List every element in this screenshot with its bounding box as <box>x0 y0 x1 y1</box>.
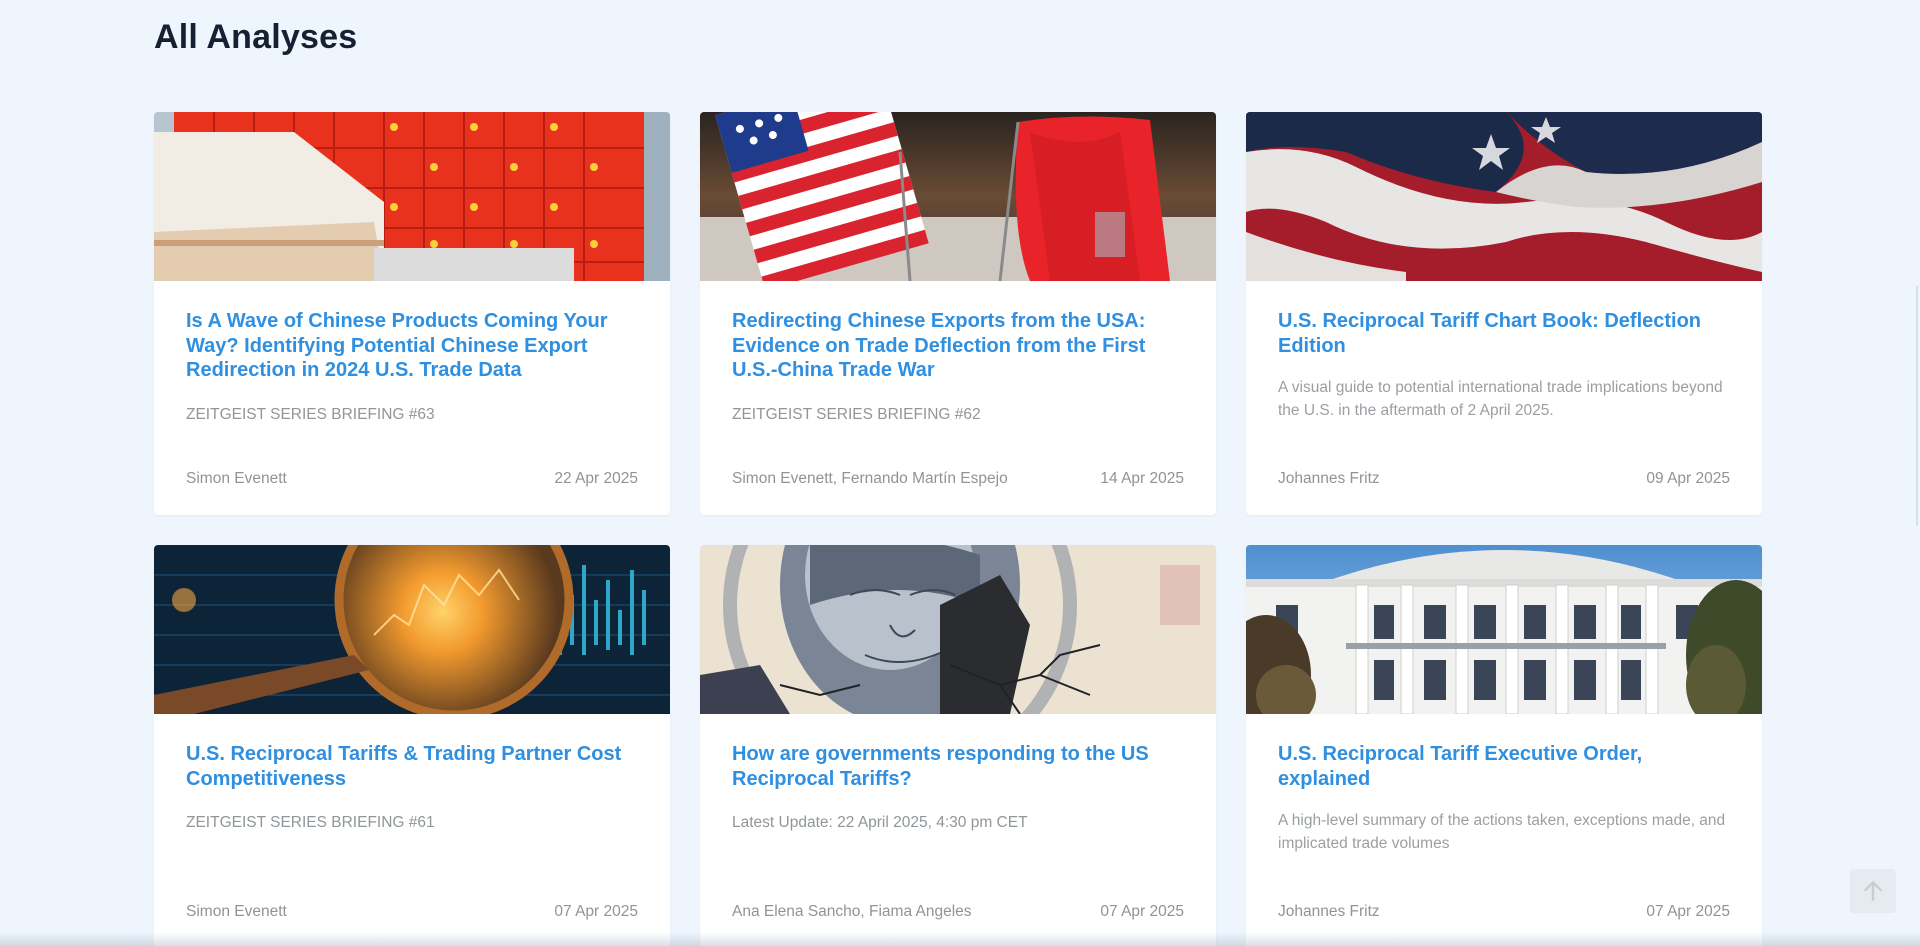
card-body: U.S. Reciprocal Tariff Chart Book: Defle… <box>1246 281 1762 515</box>
card-image-waving-flag[interactable] <box>1246 112 1762 281</box>
card-authors: Johannes Fritz <box>1278 470 1380 487</box>
analysis-card-government-responses[interactable]: How are governments responding to the US… <box>700 545 1216 946</box>
card-description: A high-level summary of the actions take… <box>1278 812 1726 852</box>
analysis-card-chinese-products-wave[interactable]: Is A Wave of Chinese Products Coming You… <box>154 112 670 515</box>
analyses-grid: Is A Wave of Chinese Products Coming You… <box>154 112 1762 946</box>
card-image-us-china-flags[interactable] <box>700 112 1216 281</box>
card-authors: Johannes Fritz <box>1278 903 1380 920</box>
card-image-white-house[interactable] <box>1246 545 1762 714</box>
card-description: A visual guide to potential internationa… <box>1278 379 1723 419</box>
card-body: U.S. Reciprocal Tariffs & Trading Partne… <box>154 714 670 946</box>
analysis-card-cost-competitiveness[interactable]: U.S. Reciprocal Tariffs & Trading Partne… <box>154 545 670 946</box>
card-title[interactable]: U.S. Reciprocal Tariff Chart Book: Defle… <box>1278 309 1730 358</box>
card-date: 14 Apr 2025 <box>1100 470 1184 487</box>
page-title: All Analyses <box>154 18 358 56</box>
card-body: How are governments responding to the US… <box>700 714 1216 946</box>
card-title[interactable]: Redirecting Chinese Exports from the USA… <box>732 309 1184 383</box>
card-subtitle: Latest Update: 22 April 2025, 4:30 pm CE… <box>732 814 1028 831</box>
scroll-to-top-button[interactable] <box>1850 869 1896 913</box>
analysis-card-executive-order-explained[interactable]: U.S. Reciprocal Tariff Executive Order, … <box>1246 545 1762 946</box>
card-meta: Simon Evenett 22 Apr 2025 <box>186 470 638 488</box>
card-meta: Simon Evenett 07 Apr 2025 <box>186 903 638 921</box>
card-image-magnifier-chart[interactable] <box>154 545 670 714</box>
card-date: 07 Apr 2025 <box>1100 903 1184 920</box>
card-body: U.S. Reciprocal Tariff Executive Order, … <box>1246 714 1762 946</box>
arrow-up-icon <box>1864 881 1882 901</box>
card-authors: Simon Evenett <box>186 903 287 920</box>
analysis-card-redirecting-chinese-exports[interactable]: Redirecting Chinese Exports from the USA… <box>700 112 1216 515</box>
card-authors: Simon Evenett <box>186 470 287 487</box>
card-image-container-ship[interactable] <box>154 112 670 281</box>
card-meta: Simon Evenett, Fernando Martín Espejo 14… <box>732 470 1184 488</box>
card-title[interactable]: U.S. Reciprocal Tariffs & Trading Partne… <box>186 742 638 791</box>
analysis-card-tariff-chart-book[interactable]: U.S. Reciprocal Tariff Chart Book: Defle… <box>1246 112 1762 515</box>
card-title[interactable]: Is A Wave of Chinese Products Coming You… <box>186 309 638 383</box>
card-body: Redirecting Chinese Exports from the USA… <box>700 281 1216 515</box>
bottom-edge-shadow <box>0 932 1920 946</box>
card-date: 07 Apr 2025 <box>554 903 638 920</box>
card-subtitle: ZEITGEIST SERIES BRIEFING #63 <box>186 405 435 423</box>
scrollbar-track[interactable] <box>1916 286 1918 526</box>
card-meta: Johannes Fritz 07 Apr 2025 <box>1278 903 1730 921</box>
card-title[interactable]: How are governments responding to the US… <box>732 742 1184 791</box>
card-title[interactable]: U.S. Reciprocal Tariff Executive Order, … <box>1278 742 1730 791</box>
card-authors: Simon Evenett, Fernando Martín Espejo <box>732 470 1008 487</box>
card-image-cracked-banknote[interactable] <box>700 545 1216 714</box>
card-date: 09 Apr 2025 <box>1646 470 1730 487</box>
card-authors: Ana Elena Sancho, Fiama Angeles <box>732 903 972 920</box>
analyses-page: All Analyses Is A Wave of Chinese Produc… <box>0 0 1920 946</box>
card-meta: Johannes Fritz 09 Apr 2025 <box>1278 470 1730 488</box>
card-body: Is A Wave of Chinese Products Coming You… <box>154 281 670 515</box>
card-subtitle: ZEITGEIST SERIES BRIEFING #61 <box>186 814 435 831</box>
card-date: 22 Apr 2025 <box>554 470 638 487</box>
card-subtitle: ZEITGEIST SERIES BRIEFING #62 <box>732 405 981 423</box>
card-date: 07 Apr 2025 <box>1646 903 1730 920</box>
card-meta: Ana Elena Sancho, Fiama Angeles 07 Apr 2… <box>732 903 1184 921</box>
